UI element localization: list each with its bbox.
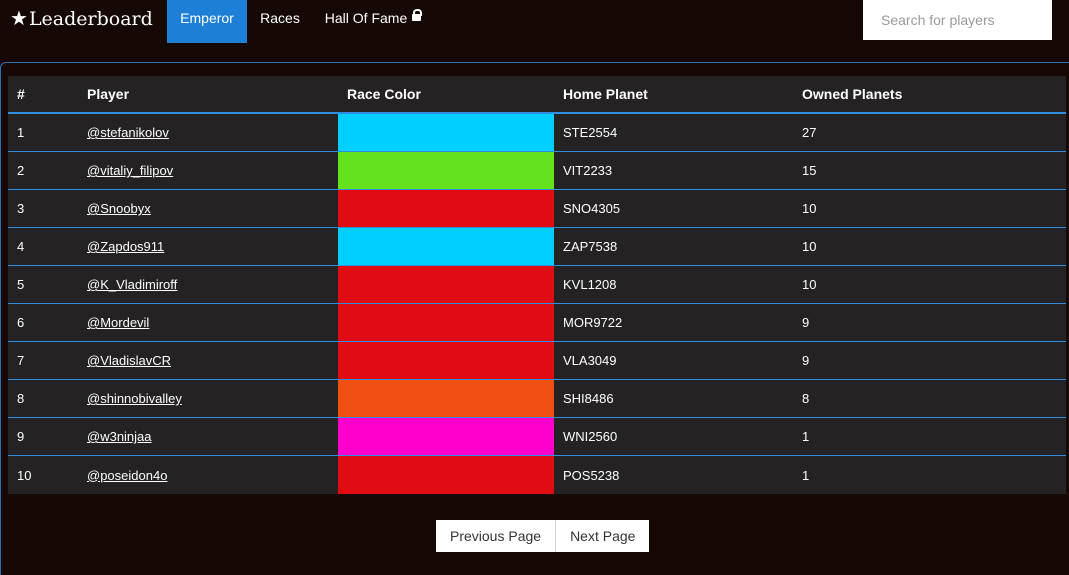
lock-icon [412,9,423,21]
race-color-swatch [338,379,554,418]
player-cell: @Zapdos911 [78,227,338,266]
race-color-swatch [338,341,554,380]
search-input[interactable] [863,0,1052,40]
rank-cell: 2 [8,151,78,190]
player-link[interactable]: @Snoobyx [87,201,151,216]
table-row: 6 @Mordevil MOR9722 9 [8,303,1066,342]
home-planet-cell: STE2554 [554,113,793,152]
home-planet-cell: SHI8486 [554,379,793,418]
table-row: 3 @Snoobyx SNO4305 10 [8,189,1066,228]
player-link[interactable]: @w3ninjaa [87,429,152,444]
owned-planets-cell: 10 [793,265,1066,304]
tab-races[interactable]: Races [252,0,308,43]
player-link[interactable]: @VladislavCR [87,353,171,368]
owned-planets-cell: 1 [793,417,1066,456]
header-race-color: Race Color [338,76,554,114]
owned-planets-cell: 8 [793,379,1066,418]
rank-cell: 5 [8,265,78,304]
player-link[interactable]: @shinnobivalley [87,391,182,406]
table-row: 1 @stefanikolov STE2554 27 [8,113,1066,152]
star-icon: ★ [10,6,28,30]
home-planet-cell: MOR9722 [554,303,793,342]
header-home-planet: Home Planet [554,76,793,114]
owned-planets-cell: 27 [793,113,1066,152]
race-color-swatch [338,265,554,304]
race-color-swatch [338,189,554,228]
player-link[interactable]: @Mordevil [87,315,149,330]
home-planet-cell: KVL1208 [554,265,793,304]
player-cell: @shinnobivalley [78,379,338,418]
rank-cell: 10 [17,467,32,483]
next-page-button[interactable]: Next Page [556,520,650,552]
header-rank: # [8,76,78,114]
player-cell: @Snoobyx [78,189,338,228]
table-row: 5 @K_Vladimiroff KVL1208 10 [8,265,1066,304]
table-row: 9 @w3ninjaa WNI2560 1 [8,417,1066,456]
home-planet-cell: ZAP7538 [554,227,793,266]
rank-cell: 6 [8,303,78,342]
race-color-swatch [338,303,554,342]
home-planet-cell: WNI2560 [554,417,793,456]
race-color-swatch [338,455,554,494]
player-cell: @vitaliy_filipov [78,151,338,190]
owned-planets-cell: 1 [802,467,810,483]
player-cell: @w3ninjaa [78,417,338,456]
player-link[interactable]: @stefanikolov [87,125,169,140]
rank-cell: 9 [8,417,78,456]
pagination: Previous Page Next Page [436,520,650,552]
player-link[interactable]: @vitaliy_filipov [87,163,173,178]
home-planet-cell: VLA3049 [554,341,793,380]
tab-emperor[interactable]: Emperor [167,0,247,43]
previous-page-button[interactable]: Previous Page [436,520,556,552]
table-row: 7 @VladislavCR VLA3049 9 [8,341,1066,380]
table-row: 10 @poseidon4o POS5238 1 [8,455,1066,495]
tab-hall-of-fame[interactable]: Hall Of Fame [318,0,428,43]
table-row: 8 @shinnobivalley SHI8486 8 [8,379,1066,418]
race-color-swatch [338,113,554,152]
player-link[interactable]: @K_Vladimiroff [87,277,177,292]
player-link[interactable]: @poseidon4o [87,468,167,483]
home-planet-cell: VIT2233 [554,151,793,190]
top-navbar: ★Leaderboard Emperor Races Hall Of Fame [0,0,1069,43]
race-color-swatch [338,227,554,266]
owned-planets-cell: 10 [793,189,1066,228]
owned-planets-cell: 15 [793,151,1066,190]
player-cell: @K_Vladimiroff [78,265,338,304]
race-color-swatch [338,417,554,456]
owned-planets-cell: 9 [793,303,1066,342]
rank-cell: 3 [8,189,78,228]
player-cell: @stefanikolov [78,113,338,152]
rank-cell: 1 [8,113,78,152]
tab-hall-of-fame-label: Hall Of Fame [324,10,408,26]
player-cell: @Mordevil [78,303,338,342]
owned-planets-cell: 9 [793,341,1066,380]
rank-cell: 4 [8,227,78,266]
home-planet-cell: SNO4305 [554,189,793,228]
home-planet-cell: POS5238 [563,467,620,483]
owned-planets-cell: 10 [793,227,1066,266]
brand-title: Leaderboard [28,8,153,30]
header-player: Player [78,76,338,114]
rank-cell: 7 [8,341,78,380]
leaderboard-table: # Player Race Color Home Planet Owned Pl… [8,76,1066,494]
rank-cell: 8 [8,379,78,418]
player-cell: @VladislavCR [78,341,338,380]
table-header-row: # Player Race Color Home Planet Owned Pl… [8,76,1066,114]
race-color-swatch [338,151,554,190]
header-owned-planets: Owned Planets [793,76,1066,114]
table-row: 2 @vitaliy_filipov VIT2233 15 [8,151,1066,190]
player-cell: @poseidon4o [78,456,338,495]
player-link[interactable]: @Zapdos911 [87,239,164,254]
brand-logo[interactable]: ★Leaderboard [10,6,153,30]
table-row: 4 @Zapdos911 ZAP7538 10 [8,227,1066,266]
